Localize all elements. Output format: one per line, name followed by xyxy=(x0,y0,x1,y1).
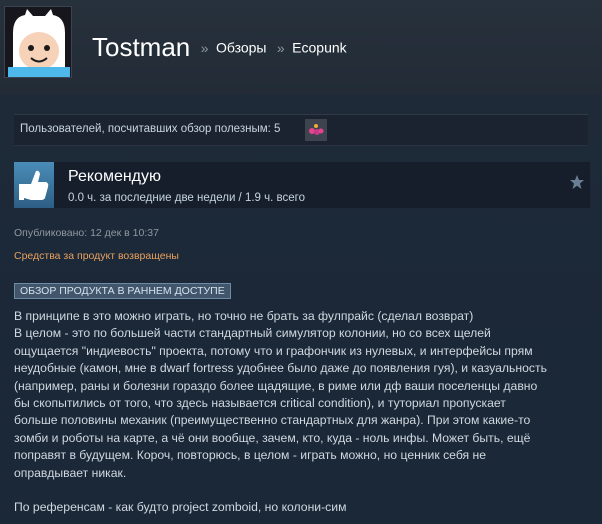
helpful-count-text: Пользователей, посчитавших обзор полезны… xyxy=(20,123,281,135)
posted-date: Опубликовано: 12 дек в 10:37 xyxy=(14,227,159,239)
award-icon[interactable] xyxy=(305,119,327,141)
avatar[interactable] xyxy=(4,6,72,78)
avatar-image xyxy=(5,7,71,77)
review-line: По референсам - как будто project zomboi… xyxy=(14,500,347,515)
review-line: В целом - это по большей части стандартн… xyxy=(14,326,491,341)
early-access-badge: ОБЗОР ПРОДУКТА В РАННЕМ ДОСТУПЕ xyxy=(14,283,231,299)
playtime-hours: 0.0 ч. за последние две недели / 1.9 ч. … xyxy=(68,192,305,204)
recommendation-title: Рекомендую xyxy=(68,168,162,185)
refund-notice: Средства за продукт возвращены xyxy=(14,250,179,262)
profile-header: Tostman » Обзоры » Ecopunk xyxy=(0,0,602,94)
review-line: бы скопытились от того, что здесь называ… xyxy=(14,396,506,411)
thumbs-up-icon xyxy=(14,162,54,208)
review-text: В принципе в это можно играть, но точно … xyxy=(14,308,594,517)
star-icon[interactable] xyxy=(569,174,585,195)
review-line: оправдывает никак. xyxy=(14,465,127,480)
breadcrumb-reviews-link[interactable]: Обзоры xyxy=(216,40,267,56)
review-line: неудобные (камон, мне в dwarf fortress у… xyxy=(14,361,547,376)
helpful-bar: Пользователей, посчитавших обзор полезны… xyxy=(14,114,588,146)
review-line: зомби и роботы на карте, а чё они вообще… xyxy=(14,430,531,445)
breadcrumb-game-link[interactable]: Ecopunk xyxy=(292,40,346,56)
review-line: (например, раны и болезни гораздо более … xyxy=(14,378,538,393)
recommendation-box: Рекомендую 0.0 ч. за последние две недел… xyxy=(14,162,590,208)
breadcrumb-separator: » xyxy=(276,39,285,56)
review-line: В принципе в это можно играть, но точно … xyxy=(14,309,474,323)
user-name-link[interactable]: Tostman xyxy=(92,32,190,62)
review-line: больше половины механик (преимущественно… xyxy=(14,413,531,428)
review-line: поправят в будущем. Короч, повторюсь, в … xyxy=(14,448,487,463)
breadcrumb-separator: » xyxy=(200,39,209,56)
review-line: ощущается "индиевость" проекта, потому ч… xyxy=(14,343,533,358)
breadcrumb: Tostman » Обзоры » Ecopunk xyxy=(92,32,347,63)
